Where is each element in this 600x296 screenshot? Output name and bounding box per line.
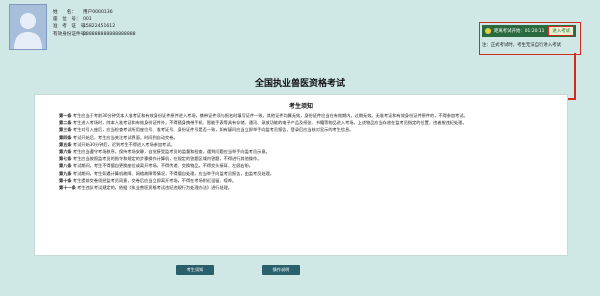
candidate-info: 姓 名： 用户0000136 座 位 号： 001 准 考 证 号： 15822… [53, 9, 136, 38]
ticket-row: 准 考 证 号： 15822451612 [53, 23, 136, 30]
rule-item: 第三条 考生对号入座后，应当检查考试所用座位号、准考证号、身份证件号是否一致，如… [59, 127, 354, 133]
seat-label: 座 位 号： [53, 17, 81, 23]
person-silhouette-icon [10, 5, 46, 49]
id-row: 有效身份证件号： 888888888888888888 [53, 31, 136, 38]
candidate-notice-button[interactable]: 考生须知 [176, 265, 214, 275]
name-value: 用户0000136 [83, 10, 113, 15]
name-row: 姓 名： 用户0000136 [53, 9, 136, 16]
rule-item: 第九条 考试期间，考生如遇计算机故障、网络故障等情况，不得擅自处理，应当举手向监… [59, 170, 274, 176]
rule-item: 第五条 考试开始30分钟后，迟到考生不得进入考场参加考试。 [59, 141, 175, 147]
rule-item: 第二条 考生进入考场时，除本人准考证和有效身份证件外，不得随身携带手机、智能手表… [59, 120, 467, 126]
id-value: 888888888888888888 [83, 31, 136, 37]
page-title: 全国执业兽医资格考试 [254, 79, 345, 89]
ticket-label: 准 考 证 号： [53, 24, 90, 30]
countdown-bar: 距离考试开始： 01:20:11 进入考试 [482, 25, 576, 37]
rule-item: 第六条 考生应当遵守考场秩序，保持考场安静，自觉接受监考员的监督和检查，遇到问题… [59, 148, 270, 154]
rule-item: 第十条 考生提前交卷须经监考员同意，交卷后应当立即离开考场，不得在考场附近逗留、… [59, 177, 237, 183]
ticket-value: 15822451612 [83, 24, 116, 30]
status-dot-icon [485, 28, 491, 34]
seat-row: 座 位 号： 001 [53, 16, 136, 23]
countdown-label: 距离考试开始： [494, 29, 525, 34]
countdown-time: 01:20:11 [524, 28, 545, 34]
notice-panel: 考生须知 第一条 考生应当于考前30分钟凭本人准考证和有效身份证件原件进入考场，… [34, 94, 568, 256]
notice-rules: 第一条 考生应当于考前30分钟凭本人准考证和有效身份证件原件进入考场，携带证件须… [47, 113, 555, 253]
rule-item: 第七条 考生应当按照监考员的指令和规定的步骤操作计算机，在规定的答题区域内答题，… [59, 156, 262, 162]
operation-guide-button[interactable]: 操作说明 [262, 265, 300, 275]
seat-value: 001 [83, 17, 92, 23]
rule-item: 第四条 考试开始后，考生应当关注考试界面，时间到自动交卷。 [59, 134, 178, 140]
name-label: 姓 名： [53, 10, 76, 15]
rule-item: 第一条 考生应当于考前30分钟凭本人准考证和有效身份证件原件进入考场，携带证件须… [59, 113, 468, 118]
exam-note: 注：正式考试时，考生无法自行进入考试 [482, 43, 562, 48]
rule-item: 第十一条 考生违反考试规定的，依据《执业兽医资格考试违纪违规行为处理办法》进行处… [59, 184, 233, 190]
candidate-photo [9, 4, 47, 50]
rule-item: 第八条 考试期间，考生不得擅自更换座位或离开考场，不得传递、交换物品，不得交头接… [59, 163, 253, 169]
id-label: 有效身份证件号： [53, 31, 90, 37]
enter-exam-button[interactable]: 进入考试 [548, 26, 574, 36]
notice-title: 考生须知 [288, 103, 313, 110]
